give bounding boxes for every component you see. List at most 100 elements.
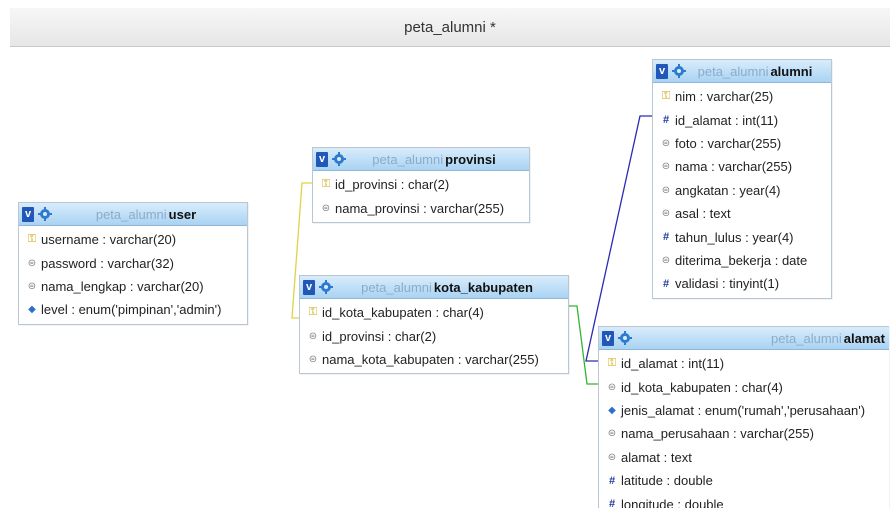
- column-row[interactable]: # latitude : double: [599, 469, 889, 492]
- database-name: peta_alumni: [372, 151, 444, 167]
- table-kota-kabupaten[interactable]: v peta_alumni kota_kabupaten ⚿ id_kota_kab…: [299, 275, 569, 375]
- column-label: nim : varchar(25): [675, 89, 774, 105]
- column-row[interactable]: ⊜ diterima_bekerja : date: [653, 249, 831, 272]
- column-label: tahun_lulus : year(4): [675, 229, 794, 245]
- column-row[interactable]: ⊜ password : varchar(32): [19, 251, 247, 274]
- column-row[interactable]: ⚿ id_alamat : int(11): [599, 352, 889, 375]
- toggle-columns-button[interactable]: v: [303, 279, 315, 295]
- column-list: ⚿ id_alamat : int(11) ⊜ id_kota_kabupaten …: [599, 350, 889, 508]
- key-icon: ⚿: [321, 178, 331, 191]
- table-title: peta_alumni provinsi: [347, 152, 529, 167]
- column-label: longitude : double: [621, 496, 724, 508]
- column-row[interactable]: # id_alamat : int(11): [653, 108, 831, 131]
- table-title: peta_alumni alamat: [633, 331, 889, 346]
- enum-icon: ◆: [608, 404, 616, 416]
- column-row[interactable]: ⊜ id_provinsi : char(2): [300, 324, 568, 347]
- column-label: diterima_bekerja : date: [675, 252, 808, 268]
- database-name: peta_alumni: [697, 63, 769, 79]
- column-row[interactable]: # longitude : double: [599, 492, 889, 508]
- column-label: id_provinsi : char(2): [335, 177, 450, 193]
- column-label: nama_kota_kabupaten : varchar(255): [322, 351, 539, 367]
- gear-icon[interactable]: [617, 330, 633, 346]
- number-icon: #: [662, 277, 670, 290]
- column-label: angkatan : year(4): [675, 182, 781, 198]
- text-field-icon: ⊜: [308, 353, 318, 365]
- column-row[interactable]: ⊜ angkatan : year(4): [653, 179, 831, 202]
- column-list: ⚿ username : varchar(20) ⊜ password : varc…: [19, 226, 247, 324]
- toggle-columns-button[interactable]: v: [656, 63, 668, 79]
- column-label: foto : varchar(255): [675, 135, 782, 151]
- column-row[interactable]: ⊜ asal : text: [653, 202, 831, 225]
- toggle-columns-button[interactable]: v: [316, 151, 328, 167]
- gear-icon[interactable]: [37, 206, 53, 222]
- toggle-columns-button[interactable]: v: [22, 206, 34, 222]
- column-list: ⚿ id_provinsi : char(2) ⊜ nama_provinsi : …: [313, 171, 529, 222]
- column-row[interactable]: ⊜ nama : varchar(255): [653, 155, 831, 178]
- column-label: id_provinsi : char(2): [322, 328, 437, 344]
- text-field-icon: ⊜: [308, 330, 318, 342]
- key-icon: ⚿: [661, 90, 671, 103]
- table-provinsi[interactable]: v peta_alumni provinsi ⚿ id_provinsi : cha…: [312, 147, 530, 223]
- table-name: user: [168, 206, 197, 222]
- database-name: peta_alumni: [361, 279, 432, 295]
- column-label: asal : text: [675, 206, 731, 222]
- column-row[interactable]: ⊜ alamat : text: [599, 446, 889, 469]
- column-label: nama_perusahaan : varchar(255): [621, 426, 814, 442]
- column-row[interactable]: ⊜ nama_kota_kabupaten : varchar(255): [300, 348, 568, 371]
- column-row[interactable]: ⚿ id_kota_kabupaten : char(4): [300, 301, 568, 324]
- column-row[interactable]: ◆ jenis_alamat : enum('rumah','perusahaan…: [599, 399, 889, 422]
- relation-line-kota-alamat[interactable]: [567, 305, 598, 385]
- column-row[interactable]: ⚿ id_provinsi : char(2): [313, 173, 529, 196]
- table-header[interactable]: v peta_alumni provinsi: [313, 148, 529, 171]
- text-field-icon: ⊜: [27, 280, 37, 292]
- column-row[interactable]: ◆ level : enum('pimpinan','admin'): [19, 298, 247, 321]
- relation-line-alamat-alumni[interactable]: [585, 115, 652, 362]
- gear-icon[interactable]: [331, 151, 347, 167]
- table-header[interactable]: v peta_alumni alamat: [599, 327, 889, 350]
- table-header[interactable]: v peta_alumni user: [19, 203, 247, 226]
- text-field-icon: ⊜: [661, 161, 671, 173]
- gear-icon[interactable]: [671, 63, 687, 79]
- toggle-columns-button[interactable]: v: [602, 330, 614, 346]
- number-icon: #: [662, 231, 670, 244]
- number-icon: #: [662, 114, 670, 127]
- column-label: password : varchar(32): [41, 255, 174, 271]
- column-label: nama_lengkap : varchar(20): [41, 278, 204, 294]
- column-row[interactable]: # tahun_lulus : year(4): [653, 225, 831, 248]
- text-field-icon: ⊜: [607, 428, 617, 440]
- table-alumni[interactable]: v peta_alumni alumni ⚿ nim : varchar(25) #…: [652, 59, 832, 299]
- column-row[interactable]: ⊜ foto : varchar(255): [653, 132, 831, 155]
- text-field-icon: ⊜: [661, 208, 671, 220]
- column-row[interactable]: # validasi : tinyint(1): [653, 272, 831, 295]
- text-field-icon: ⊜: [661, 254, 671, 266]
- database-name: peta_alumni: [770, 330, 842, 346]
- column-row[interactable]: ⚿ username : varchar(20): [19, 228, 247, 251]
- column-row[interactable]: ⊜ nama_provinsi : varchar(255): [313, 196, 529, 219]
- column-label: id_alamat : int(11): [621, 356, 725, 372]
- table-alamat[interactable]: v peta_alumni alamat ⚿ id_alamat : int(11)…: [598, 326, 889, 508]
- text-field-icon: ⊜: [321, 202, 331, 214]
- column-row[interactable]: ⊜ nama_lengkap : varchar(20): [19, 275, 247, 298]
- table-header[interactable]: v peta_alumni alumni: [653, 60, 831, 83]
- column-label: id_alamat : int(11): [675, 112, 779, 128]
- designer-title-bar: peta_alumni *: [10, 8, 890, 47]
- table-name: alumni: [770, 63, 813, 79]
- table-header[interactable]: v peta_alumni kota_kabupaten: [300, 276, 568, 299]
- enum-icon: ◆: [28, 304, 36, 316]
- column-list: ⚿ id_kota_kabupaten : char(4) ⊜ id_provins…: [300, 299, 568, 373]
- column-label: validasi : tinyint(1): [675, 276, 780, 292]
- column-row[interactable]: ⊜ nama_perusahaan : varchar(255): [599, 422, 889, 445]
- gear-icon[interactable]: [318, 279, 334, 295]
- key-icon: ⚿: [308, 306, 318, 319]
- column-row[interactable]: ⊜ id_kota_kabupaten : char(4): [599, 375, 889, 398]
- column-label: id_kota_kabupaten : char(4): [621, 379, 783, 395]
- table-user[interactable]: v peta_alumni user ⚿ username : varchar(20…: [18, 202, 248, 325]
- column-label: username : varchar(20): [41, 232, 177, 248]
- text-field-icon: ⊜: [661, 184, 671, 196]
- column-row[interactable]: ⚿ nim : varchar(25): [653, 85, 831, 108]
- column-list: ⚿ nim : varchar(25) # id_alamat : int(11) …: [653, 83, 831, 298]
- column-label: nama_provinsi : varchar(255): [335, 200, 505, 216]
- key-icon: ⚿: [27, 233, 37, 246]
- key-icon: ⚿: [607, 357, 617, 370]
- table-name: alamat: [843, 330, 885, 346]
